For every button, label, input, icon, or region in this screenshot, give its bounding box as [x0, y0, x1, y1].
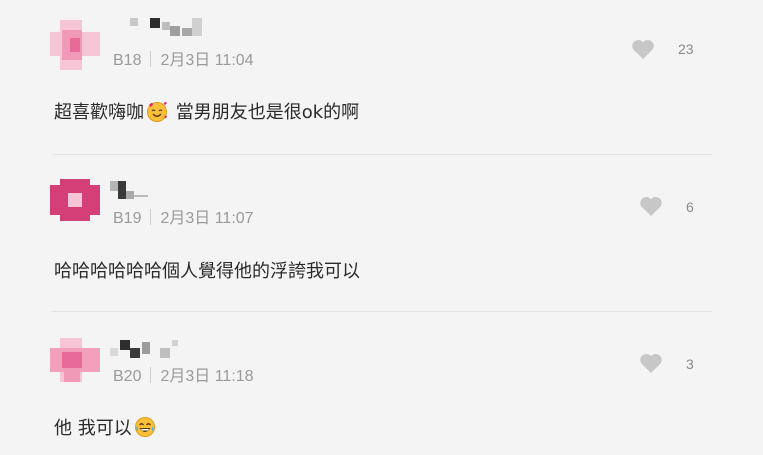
comment-text-part: 超喜歡嗨咖 [54, 102, 144, 123]
heart-icon [640, 196, 662, 216]
meta-divider [150, 209, 152, 225]
meta-divider [150, 51, 152, 67]
floor-number: B20 [113, 368, 142, 385]
comment-text-part: 當男朋友也是很ok的啊 [170, 102, 360, 123]
meta-divider [150, 367, 152, 383]
like-button[interactable] [639, 195, 663, 217]
comment-b20: B20 2月3日 11:18 3 他 我可以 [0, 312, 763, 455]
avatar[interactable] [50, 20, 100, 70]
comment-meta: B20 2月3日 11:18 [113, 362, 254, 386]
like-button[interactable] [639, 352, 663, 374]
avatar[interactable] [50, 175, 100, 225]
smiling-face-with-hearts-icon [147, 101, 167, 122]
floor-number: B18 [113, 52, 142, 69]
post-date: 2月3日 11:18 [160, 368, 254, 385]
heart-icon [640, 353, 662, 373]
comment-text-part: 他 我可以 [54, 418, 132, 439]
comment-text: 哈哈哈哈哈哈個人覺得他的浮誇我可以 [54, 261, 360, 282]
like-button[interactable] [631, 38, 655, 60]
post-date: 2月3日 11:07 [160, 210, 254, 227]
avatar[interactable] [50, 338, 100, 388]
comment-text: 他 我可以 [54, 414, 158, 440]
laughing-face-icon [134, 417, 155, 437]
username-redacted[interactable] [110, 181, 210, 199]
like-count: 3 [686, 356, 694, 372]
comment-b18: B18 2月3日 11:04 23 超喜歡嗨咖 當男朋友也是很ok的啊 [0, 0, 763, 155]
like-count: 6 [686, 199, 694, 215]
username-redacted[interactable] [110, 340, 210, 358]
like-count: 23 [678, 41, 694, 57]
heart-icon [632, 39, 654, 59]
floor-number: B19 [113, 210, 142, 227]
post-date: 2月3日 11:04 [160, 52, 254, 69]
username-redacted[interactable] [110, 18, 210, 36]
comment-text: 超喜歡嗨咖 當男朋友也是很ok的啊 [54, 98, 359, 124]
comment-b19: B19 2月3日 11:07 6 哈哈哈哈哈哈個人覺得他的浮誇我可以 [0, 155, 763, 311]
comment-meta: B18 2月3日 11:04 [113, 46, 254, 70]
comment-meta: B19 2月3日 11:07 [113, 204, 254, 228]
